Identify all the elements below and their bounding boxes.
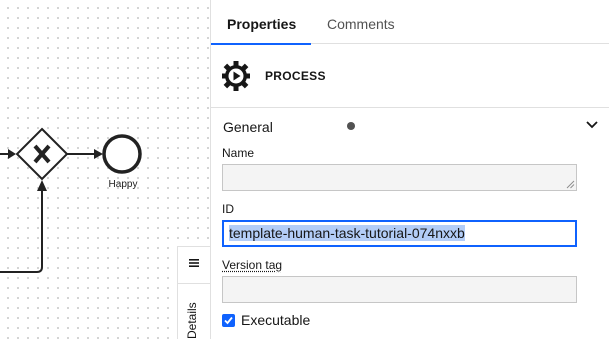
general-section-header[interactable]: General <box>211 108 609 144</box>
tab-comments[interactable]: Comments <box>311 0 411 44</box>
resize-handle-icon[interactable] <box>566 180 575 189</box>
panel-tabs: Properties Comments <box>211 0 609 44</box>
id-field[interactable]: template-human-task-tutorial-074nxxb <box>222 220 577 247</box>
divider <box>178 283 210 284</box>
arrowhead-right-icon <box>94 149 103 159</box>
checkmark-icon <box>222 314 235 327</box>
exclusive-gateway[interactable] <box>17 129 67 179</box>
details-vertical-label[interactable]: Details <box>185 302 199 339</box>
element-type-title: PROCESS <box>265 69 326 83</box>
arrowhead-icon <box>8 149 16 159</box>
chevron-down-icon[interactable] <box>585 118 599 132</box>
changes-indicator-dot <box>347 122 355 130</box>
section-title: General <box>223 119 273 135</box>
end-event-happy[interactable] <box>104 136 140 172</box>
name-label: Name <box>222 146 254 160</box>
diagram-canvas[interactable]: Happy Details <box>0 0 210 339</box>
tab-properties[interactable]: Properties <box>211 0 311 44</box>
version-tag-field[interactable] <box>222 276 577 303</box>
executable-checkbox[interactable] <box>222 314 235 327</box>
process-gear-play-icon <box>221 59 251 93</box>
id-field-value: template-human-task-tutorial-074nxxb <box>229 225 465 241</box>
arrowhead-up-icon <box>37 180 47 191</box>
version-tag-label: Version tag <box>222 258 282 272</box>
id-label: ID <box>222 202 234 216</box>
name-field[interactable] <box>222 164 577 191</box>
end-event-label: Happy <box>103 179 143 190</box>
sequence-flow-up[interactable] <box>0 188 42 272</box>
executable-label: Executable <box>241 312 310 328</box>
hamburger-menu-icon[interactable] <box>188 257 200 269</box>
element-header: PROCESS <box>211 45 609 108</box>
